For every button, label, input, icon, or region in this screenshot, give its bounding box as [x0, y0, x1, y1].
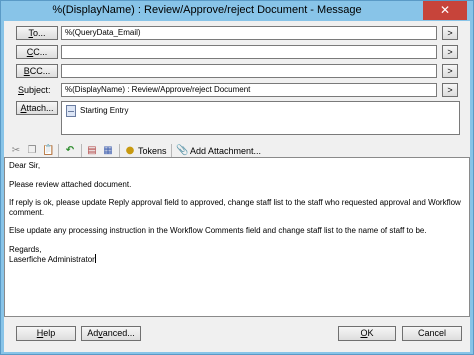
- bcc-field[interactable]: [61, 64, 437, 78]
- cc-expand-button[interactable]: >: [442, 45, 458, 59]
- ok-button-accel: O: [360, 328, 368, 338]
- paperclip-icon[interactable]: 📎: [176, 145, 188, 157]
- body-line: Dear Sir,: [9, 161, 41, 170]
- subject-label: Subject:: [18, 85, 51, 95]
- cc-button[interactable]: CC...: [16, 45, 58, 59]
- advanced-button-pre: Ad: [87, 328, 99, 338]
- to-field[interactable]: %(QueryData_Email): [61, 26, 437, 40]
- cc-field[interactable]: [61, 45, 437, 59]
- body-signature: Laserfiche Administrator: [9, 255, 95, 264]
- undo-icon[interactable]: ↶: [64, 145, 76, 157]
- attachment-list[interactable]: Starting Entry: [61, 101, 460, 135]
- copy-icon[interactable]: ❐: [26, 145, 38, 157]
- insert-table-icon[interactable]: ▤: [86, 145, 98, 157]
- to-expand-button[interactable]: >: [442, 26, 458, 40]
- ok-button-rest: K: [367, 328, 374, 338]
- text-caret: [94, 254, 96, 263]
- dialog-client-area: To... %(QueryData_Email) > CC... > BCC..…: [4, 21, 470, 352]
- window-title: %(DisplayName) : Review/Approve/reject D…: [52, 4, 362, 16]
- body-blank-line: [9, 189, 465, 198]
- body-line-last: Laserfiche Administrator: [9, 254, 465, 265]
- title-bar[interactable]: %(DisplayName) : Review/Approve/reject D…: [1, 1, 473, 21]
- body-blank-line: [9, 217, 465, 226]
- body-line: Please review attached document.: [9, 179, 132, 189]
- body-line: If reply is ok, please update Reply appr…: [9, 198, 464, 217]
- close-button[interactable]: ✕: [423, 1, 467, 20]
- to-button[interactable]: To...: [16, 26, 58, 40]
- tokens-button[interactable]: Tokens: [138, 146, 167, 156]
- bcc-expand-button[interactable]: >: [442, 64, 458, 78]
- attach-button[interactable]: Attach...: [16, 101, 58, 115]
- cut-icon[interactable]: ✂: [10, 145, 22, 157]
- document-icon: [66, 105, 76, 117]
- attach-button-rest: ttach...: [26, 103, 54, 113]
- help-button-rest: elp: [43, 328, 56, 338]
- toolbar-separator: [119, 144, 120, 158]
- toolbar-separator: [81, 144, 82, 158]
- bcc-button[interactable]: BCC...: [16, 64, 58, 78]
- add-attachment-button[interactable]: Add Attachment...: [190, 146, 261, 156]
- ok-button[interactable]: OK: [338, 326, 396, 341]
- toolbar-separator: [58, 144, 59, 158]
- cc-button-rest: C...: [33, 47, 48, 57]
- to-button-rest: o...: [32, 28, 46, 38]
- subject-expand-button[interactable]: >: [442, 83, 458, 97]
- advanced-button[interactable]: Advanced...: [81, 326, 141, 341]
- body-line: Regards,: [9, 244, 42, 254]
- advanced-button-rest: anced...: [102, 328, 135, 338]
- format-table-icon[interactable]: ▦: [102, 145, 114, 157]
- cancel-button[interactable]: Cancel: [402, 326, 462, 341]
- body-blank-line: [9, 171, 465, 180]
- tokens-icon[interactable]: ●: [124, 145, 136, 157]
- body-line: Else update any processing instruction i…: [9, 226, 427, 235]
- subject-field[interactable]: %(DisplayName) : Review/Approve/reject D…: [61, 83, 437, 97]
- toolbar-separator: [171, 144, 172, 158]
- message-window: %(DisplayName) : Review/Approve/reject D…: [0, 0, 474, 355]
- message-body-editor[interactable]: Dear Sir, Please review attached documen…: [4, 157, 470, 317]
- bcc-button-rest: CC...: [29, 66, 51, 76]
- subject-label-rest: ubject:: [24, 85, 51, 95]
- help-button[interactable]: Help: [16, 326, 76, 341]
- attachment-item[interactable]: Starting Entry: [80, 106, 128, 115]
- paste-icon[interactable]: 📋: [42, 145, 54, 157]
- body-blank-line: [9, 236, 465, 245]
